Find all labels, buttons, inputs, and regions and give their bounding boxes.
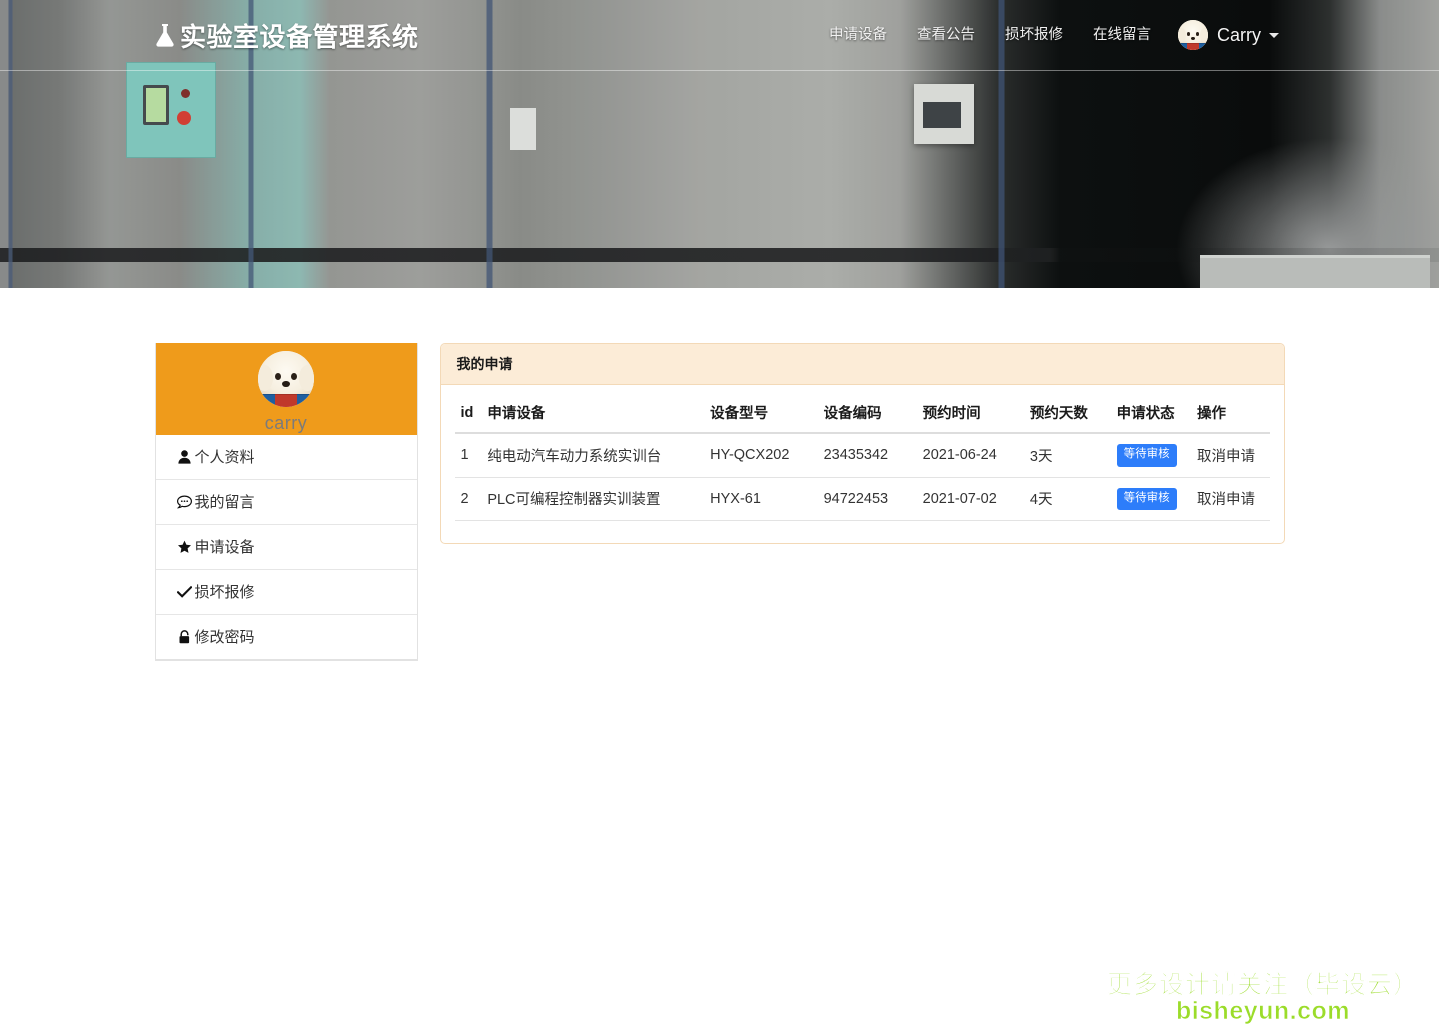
cancel-application-link[interactable]: 取消申请 <box>1197 449 1255 465</box>
sidebar-item-repair[interactable]: 损坏报修 <box>156 570 417 615</box>
col-header-days: 预约天数 <box>1024 393 1111 433</box>
watermark: 更多设计请关注（毕设云） bisheyun.com <box>1107 972 1419 1025</box>
hero-banner: 实验室设备管理系统 申请设备 查看公告 损坏报修 在线留言 Carry <box>0 0 1439 288</box>
sidebar-item-label: 个人资料 <box>195 450 255 465</box>
sidebar-item-apply[interactable]: 申请设备 <box>156 525 417 570</box>
sidebar-profile: carry <box>156 343 417 435</box>
star-icon <box>177 539 193 555</box>
cell-model: HY-QCX202 <box>704 433 817 477</box>
cell-days: 3天 <box>1024 433 1111 477</box>
user-name: Carry <box>1217 25 1261 46</box>
sidebar-item-label: 修改密码 <box>195 630 255 645</box>
top-navbar: 实验室设备管理系统 申请设备 查看公告 损坏报修 在线留言 Carry <box>0 0 1439 71</box>
cell-id: 2 <box>455 477 482 521</box>
cell-id: 1 <box>455 433 482 477</box>
col-header-date: 预约时间 <box>917 393 1024 433</box>
panel-title: 我的申请 <box>441 344 1284 385</box>
status-badge: 等待审核 <box>1117 488 1177 511</box>
table-header-row: id 申请设备 设备型号 设备编码 预约时间 预约天数 申请状态 操作 <box>455 393 1270 433</box>
flask-icon <box>152 21 178 49</box>
sidebar: carry 个人资料 我的留言 <box>155 343 418 661</box>
main-container: carry 个人资料 我的留言 <box>155 288 1285 661</box>
applications-table: id 申请设备 设备型号 设备编码 预约时间 预约天数 申请状态 操作 1 <box>455 393 1270 521</box>
chevron-down-icon <box>1269 33 1279 38</box>
cell-status: 等待审核 <box>1111 477 1191 521</box>
nav-online-message[interactable]: 在线留言 <box>1078 0 1166 71</box>
cell-action: 取消申请 <box>1191 433 1269 477</box>
nav-view-announcements[interactable]: 查看公告 <box>902 0 990 71</box>
cell-code: 23435342 <box>818 433 917 477</box>
col-header-name: 申请设备 <box>481 393 704 433</box>
sidebar-username: carry <box>265 413 308 434</box>
nav-links: 申请设备 查看公告 损坏报修 在线留言 Carry <box>814 0 1279 71</box>
sidebar-item-profile[interactable]: 个人资料 <box>156 435 417 480</box>
cell-days: 4天 <box>1024 477 1111 521</box>
brand-link[interactable]: 实验室设备管理系统 <box>152 17 419 54</box>
table-body: 1 纯电动汽车动力系统实训台 HY-QCX202 23435342 2021-0… <box>455 433 1270 521</box>
nav-apply-equipment[interactable]: 申请设备 <box>814 0 902 71</box>
sidebar-item-label: 申请设备 <box>195 540 255 555</box>
check-icon <box>177 584 193 600</box>
table-row: 1 纯电动汽车动力系统实训台 HY-QCX202 23435342 2021-0… <box>455 433 1270 477</box>
banner-control-panel <box>126 62 216 158</box>
cell-name: 纯电动汽车动力系统实训台 <box>481 433 704 477</box>
status-badge: 等待审核 <box>1117 444 1177 467</box>
dog-avatar-icon <box>258 351 314 407</box>
watermark-line2: bisheyun.com <box>1107 998 1419 1024</box>
sidebar-item-label: 损坏报修 <box>195 585 255 600</box>
cell-status: 等待审核 <box>1111 433 1191 477</box>
banner-wall-unit <box>914 84 974 144</box>
col-header-id: id <box>455 393 482 433</box>
brand-title: 实验室设备管理系统 <box>180 17 419 54</box>
col-header-code: 设备编码 <box>818 393 917 433</box>
content-area: 我的申请 id 申请设备 设备型号 设备编码 预约时间 预约天数 申请状态 操作 <box>440 343 1285 544</box>
lock-icon <box>177 629 193 645</box>
cell-action: 取消申请 <box>1191 477 1269 521</box>
cell-code: 94722453 <box>818 477 917 521</box>
my-applications-panel: 我的申请 id 申请设备 设备型号 设备编码 预约时间 预约天数 申请状态 操作 <box>440 343 1285 544</box>
sidebar-item-messages[interactable]: 我的留言 <box>156 480 417 525</box>
cell-date: 2021-06-24 <box>917 433 1024 477</box>
table-row: 2 PLC可编程控制器实训装置 HYX-61 94722453 2021-07-… <box>455 477 1270 521</box>
banner-cart <box>1200 255 1430 288</box>
cancel-application-link[interactable]: 取消申请 <box>1197 492 1255 508</box>
dog-avatar-icon <box>1178 20 1208 50</box>
banner-wall-box <box>510 108 536 150</box>
table-head: id 申请设备 设备型号 设备编码 预约时间 预约天数 申请状态 操作 <box>455 393 1270 433</box>
watermark-line1: 更多设计请关注（毕设云） <box>1107 972 1419 998</box>
panel-body: id 申请设备 设备型号 设备编码 预约时间 预约天数 申请状态 操作 1 <box>441 385 1284 543</box>
col-header-action: 操作 <box>1191 393 1269 433</box>
user-icon <box>177 449 193 465</box>
comment-icon <box>177 494 193 510</box>
col-header-status: 申请状态 <box>1111 393 1191 433</box>
cell-model: HYX-61 <box>704 477 817 521</box>
cell-name: PLC可编程控制器实训装置 <box>481 477 704 521</box>
nav-damage-repair[interactable]: 损坏报修 <box>990 0 1078 71</box>
col-header-model: 设备型号 <box>704 393 817 433</box>
user-menu[interactable]: Carry <box>1166 20 1279 50</box>
cell-date: 2021-07-02 <box>917 477 1024 521</box>
sidebar-item-label: 我的留言 <box>195 495 255 510</box>
sidebar-item-password[interactable]: 修改密码 <box>156 615 417 660</box>
